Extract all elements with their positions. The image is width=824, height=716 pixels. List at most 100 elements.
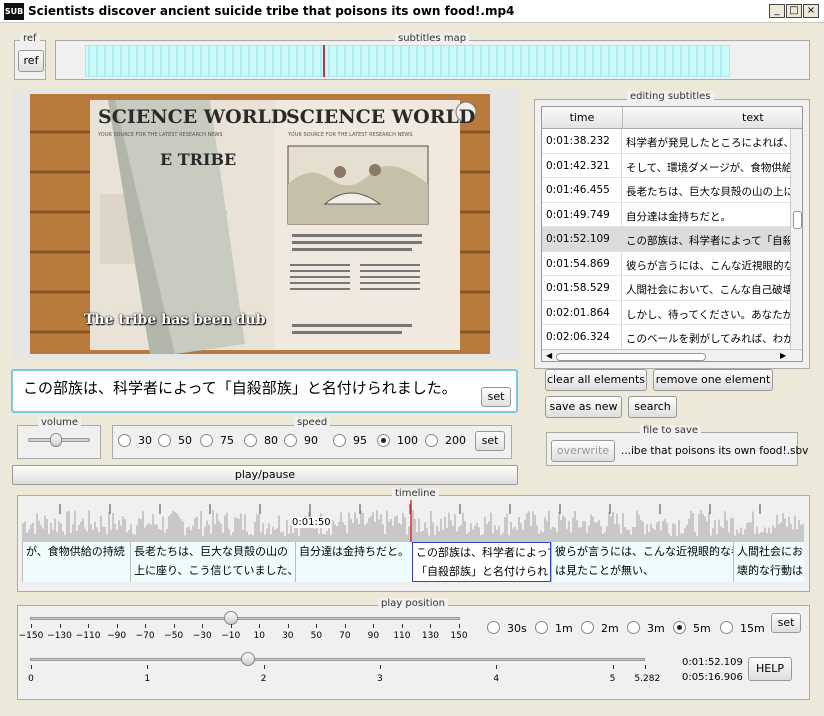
waveform-bar	[356, 518, 358, 542]
jump-radio-30s[interactable]	[487, 621, 500, 634]
waveform-bar	[166, 528, 168, 542]
video-frame[interactable]: SCIENCE WORLD SCIENCE WORLD YOUR SOURCE …	[30, 94, 490, 354]
speed-radio-30[interactable]	[118, 434, 131, 447]
position-tick-label: 3	[377, 674, 383, 684]
timeline-segment[interactable]: が、食物供給の持続	[22, 542, 130, 582]
waveform-bar	[740, 527, 742, 542]
speed-radio-90[interactable]	[284, 434, 297, 447]
waveform-bar	[390, 519, 392, 542]
table-hscroll-thumb[interactable]	[556, 353, 706, 361]
timeline-waveform[interactable]	[22, 500, 804, 542]
jump-radio-3m[interactable]	[627, 621, 640, 634]
waveform-bar	[82, 518, 84, 542]
table-row[interactable]: 0:01:42.321 そして、環境ダメージが、食物供給の	[542, 153, 790, 178]
table-row[interactable]: 0:01:54.869 彼らが言うには、こんな近視眼的な	[542, 251, 790, 276]
jump-set-button[interactable]: set	[771, 613, 801, 633]
offset-slider-track[interactable]	[30, 617, 460, 620]
waveform-bar	[774, 527, 776, 542]
offset-tick	[230, 624, 232, 628]
waveform-bar	[370, 515, 372, 542]
table-row[interactable]: 0:02:01.864 しかし、待ってください。あなたが、こ	[542, 300, 790, 325]
waveform-bar	[526, 512, 528, 542]
speed-option-label: 30	[138, 434, 152, 447]
offset-tick-label: −150	[18, 631, 44, 641]
jump-radio-1m[interactable]	[535, 621, 548, 634]
col-header-text[interactable]: text	[742, 111, 764, 124]
timeline-segment[interactable]: 人間社会にお 壊的な行動は	[733, 542, 804, 582]
waveform-bar	[396, 515, 398, 542]
waveform-bar	[220, 523, 222, 542]
speed-radio-95[interactable]	[333, 434, 346, 447]
offset-tick	[173, 624, 175, 628]
timeline-segment[interactable]: 長老たちは、巨大な貝殻の山の 上に座り、こう信じていました、	[130, 542, 295, 582]
position-tick	[263, 665, 265, 669]
speed-radio-100[interactable]	[377, 434, 390, 447]
timeline-segment[interactable]: 彼らが言うには、こんな近視眼的な者 は見たことが無い、	[551, 542, 733, 582]
offset-slider-thumb[interactable]	[223, 611, 238, 625]
col-header-time[interactable]: time	[542, 111, 622, 124]
waveform-bar	[116, 529, 118, 542]
remove-one-button[interactable]: remove one element	[653, 369, 773, 391]
waveform-bar	[188, 526, 190, 542]
waveform-bar	[746, 523, 748, 542]
waveform-bar	[700, 510, 702, 542]
subtitle-edit-text[interactable]: この部族は、科学者によって「自殺部族」と名付けられました。	[23, 377, 457, 398]
waveform-bar	[226, 512, 228, 542]
segment-line: 上に座り、こう信じていました、	[134, 564, 295, 577]
search-button[interactable]: search	[628, 396, 677, 418]
jump-radio-5m[interactable]	[673, 621, 686, 634]
table-row[interactable]: 0:01:52.109 この部族は、科学者によって「自殺部	[542, 227, 790, 252]
jump-option-label: 15m	[740, 622, 765, 635]
offset-tick	[259, 624, 261, 628]
waveform-bar	[306, 527, 308, 542]
waveform-bar	[440, 518, 442, 542]
speed-radio-200[interactable]	[425, 434, 438, 447]
jump-radio-2m[interactable]	[581, 621, 594, 634]
waveform-bar	[424, 522, 426, 542]
subtitle-table[interactable]: time text 0:01:38.232 科学者が発見したところによれば、こ 0:…	[541, 106, 803, 362]
table-row[interactable]: 0:01:49.749 自分達は金持ちだと。	[542, 202, 790, 227]
subtitles-map-strip[interactable]	[85, 45, 730, 77]
save-as-new-button[interactable]: save as new	[545, 396, 622, 418]
waveform-bar	[314, 529, 316, 542]
waveform-bar	[752, 511, 754, 542]
speed-radio-75[interactable]	[200, 434, 213, 447]
table-row[interactable]: 0:01:58.529 人間社会において、こんな自己破壊	[542, 276, 790, 301]
offset-tick	[316, 624, 318, 628]
waveform-bar	[388, 521, 390, 542]
scroll-left-icon[interactable]: ◀	[546, 351, 552, 360]
table-row[interactable]: 0:02:06.324 このベールを剥がしてみれば、わかり	[542, 325, 790, 350]
minimize-button[interactable]: _	[769, 4, 785, 18]
table-vscroll-thumb[interactable]	[793, 211, 802, 229]
timeline-segment[interactable]: この部族は、科学者によって 「自殺部族」と名付けられま	[412, 542, 551, 582]
ref-button[interactable]: ref	[18, 50, 44, 72]
volume-legend: volume	[38, 417, 82, 428]
help-button[interactable]: HELP	[748, 657, 792, 681]
waveform-bar	[510, 522, 512, 542]
subtitle-set-button[interactable]: set	[481, 387, 511, 407]
jump-radio-15m[interactable]	[720, 621, 733, 634]
table-row[interactable]: 0:01:46.455 長老たちは、巨大な貝殻の山の上に	[542, 178, 790, 203]
overwrite-button[interactable]: overwrite	[551, 440, 615, 462]
timeline-legend: timeline	[392, 488, 439, 499]
subtitles-map-legend: subtitles map	[395, 33, 470, 44]
scroll-right-icon[interactable]: ▶	[780, 351, 786, 360]
timeline-segment[interactable]: 自分達は金持ちだと。	[295, 542, 412, 582]
position-slider-track[interactable]	[30, 658, 645, 661]
table-vscrollbar[interactable]	[790, 129, 802, 349]
row-time: 0:01:46.455	[542, 178, 622, 202]
table-hscrollbar[interactable]: ◀ ▶	[542, 349, 802, 361]
table-row[interactable]: 0:01:38.232 科学者が発見したところによれば、こ	[542, 129, 790, 154]
subtitle-edit-box[interactable]: この部族は、科学者によって「自殺部族」と名付けられました。 set	[11, 369, 518, 413]
close-button[interactable]: ×	[803, 4, 819, 18]
maximize-button[interactable]: □	[786, 4, 802, 18]
clear-all-button[interactable]: clear all elements	[545, 369, 647, 391]
speed-set-button[interactable]: set	[475, 431, 505, 451]
speed-radio-80[interactable]	[244, 434, 257, 447]
row-text: この部族は、科学者によって「自殺部	[626, 235, 790, 247]
play-pause-button[interactable]: play/pause	[12, 465, 518, 485]
waveform-bar	[436, 525, 438, 542]
waveform-bar	[478, 527, 480, 542]
speed-radio-50[interactable]	[158, 434, 171, 447]
volume-slider-thumb[interactable]	[49, 433, 62, 447]
